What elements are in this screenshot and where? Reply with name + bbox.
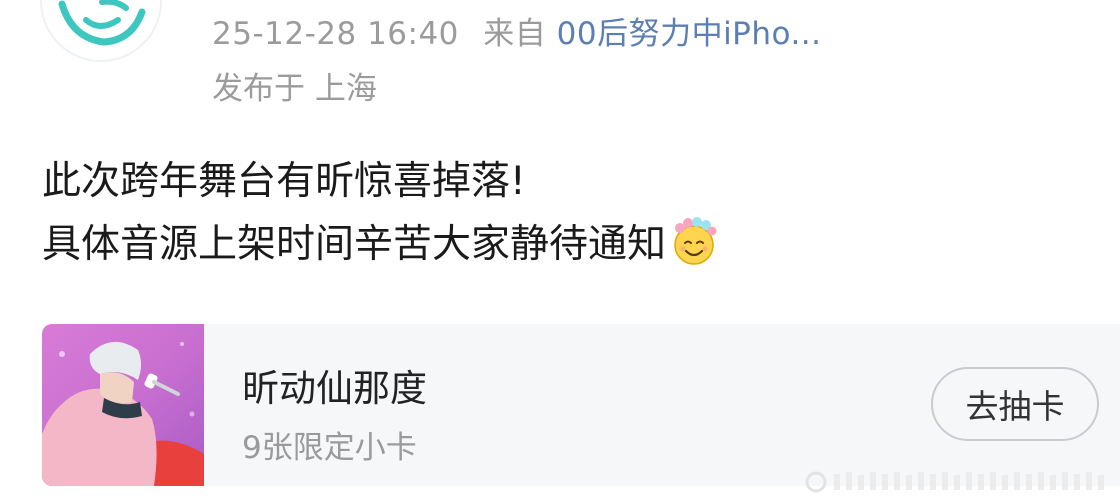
- post-body: 此次跨年舞台有昕惊喜掉落! 具体音源上架时间辛苦大家静待通知: [42, 150, 720, 276]
- avatar[interactable]: [40, 0, 162, 62]
- source-prefix: 来自: [483, 16, 547, 52]
- draw-card-button[interactable]: 去抽卡: [931, 367, 1099, 441]
- avatar-logo-icon: [58, 0, 146, 46]
- post-text-line-2: 具体音源上架时间辛苦大家静待通知: [42, 213, 720, 276]
- performer-photo-thumbnail: [42, 324, 204, 486]
- card-subtitle: 9张限定小卡: [242, 430, 417, 466]
- post-text-line-1: 此次跨年舞台有昕惊喜掉落!: [42, 159, 526, 204]
- post-location: 发布于 上海: [212, 71, 377, 107]
- post-text-line-2-content: 具体音源上架时间辛苦大家静待通知: [42, 222, 667, 267]
- flower-halo-smile-icon: [674, 217, 717, 265]
- post-timestamp: 25-12-28 16:40: [212, 16, 459, 52]
- source-device-link[interactable]: 00后努力中iPho...: [557, 16, 822, 52]
- card-title: 昕动仙那度: [242, 367, 427, 410]
- card-widget[interactable]: 昕动仙那度 9张限定小卡 去抽卡: [42, 324, 1120, 486]
- watermark-icon: [805, 471, 1104, 493]
- post-meta: 25-12-28 16:40 来自 00后努力中iPho...: [212, 8, 822, 53]
